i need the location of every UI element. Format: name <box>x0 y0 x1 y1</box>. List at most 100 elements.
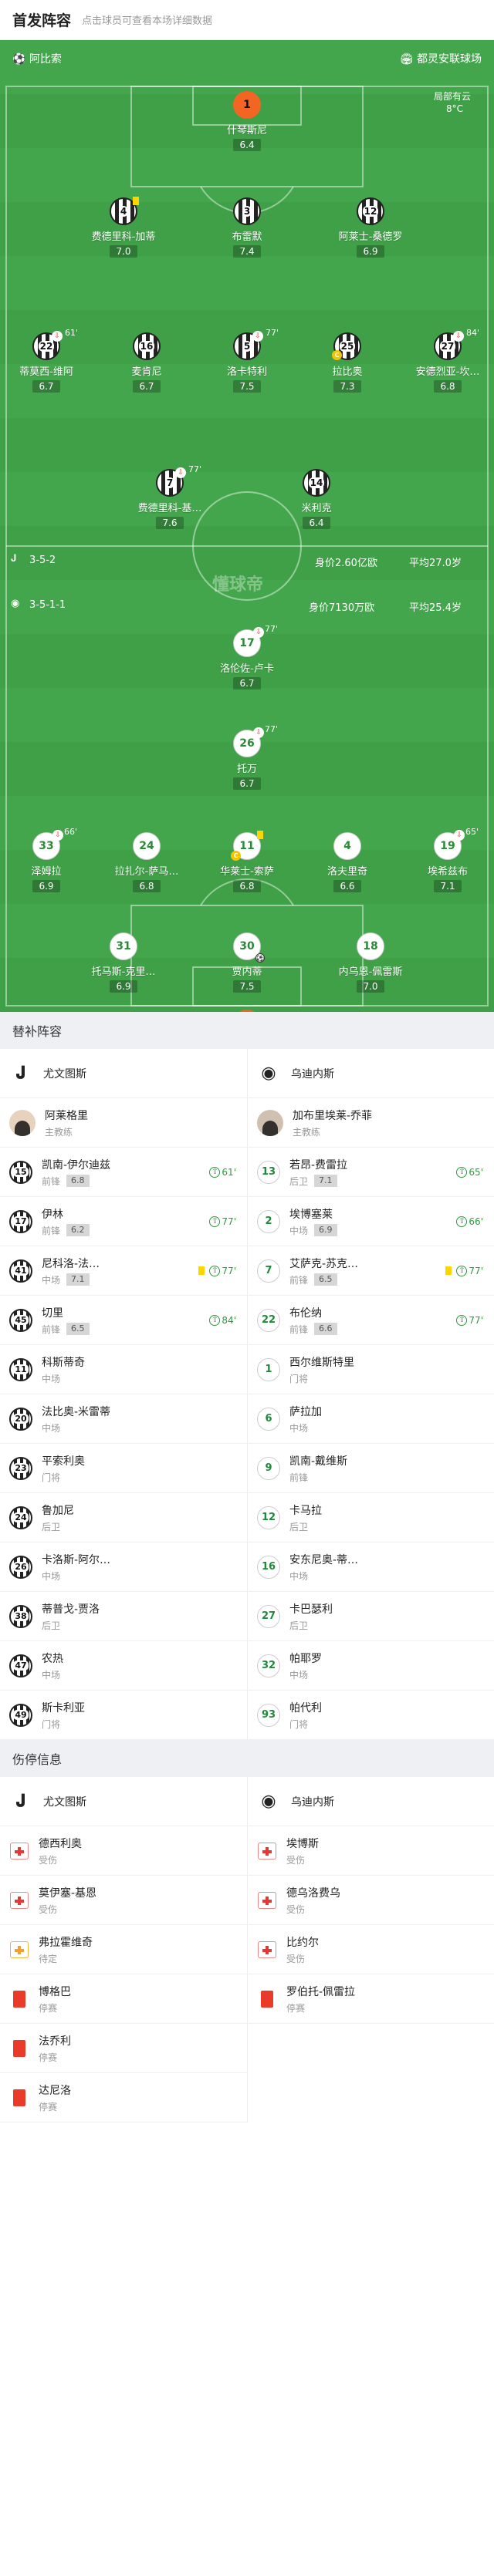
player-marker[interactable]: 40奥科耶★ 8.1 <box>201 1010 293 1012</box>
coach-avatar <box>257 1109 283 1136</box>
player-name: 鲁加尼 <box>42 1504 74 1517</box>
sub-player-row[interactable]: 24 鲁加尼 后卫 <box>0 1493 247 1543</box>
player-marker[interactable]: 18 内乌恩-佩雷斯 7.0 <box>324 932 417 993</box>
jersey-icon: 23 <box>9 1456 32 1480</box>
player-name: 弗拉霍维奇 <box>39 1936 93 1949</box>
sub-in-indicator: ⇧ 65' <box>456 1166 483 1178</box>
player-marker[interactable]: 3 布雷默 7.4 <box>201 197 293 258</box>
player-marker[interactable]: 25 C 拉比奥 7.3 <box>301 332 394 393</box>
player-info: 科斯蒂奇 中场 <box>42 1354 85 1385</box>
sub-player-row[interactable]: 13 若昂-费雷拉 后卫 7.1 ⇧ 65' <box>248 1148 494 1197</box>
jersey-icon: 24 <box>133 832 161 860</box>
player-number: 23 <box>13 1463 29 1473</box>
injury-status: 停赛 <box>286 2002 306 2014</box>
injury-row[interactable]: 埃博斯 受伤 <box>248 1826 494 1876</box>
sub-player-row[interactable]: 7 艾萨克-苏克… 前锋 6.5 ⇧ 77' <box>248 1246 494 1296</box>
player-marker[interactable]: 14 米利克 6.4 <box>270 469 363 529</box>
player-name: 卡洛斯-阿尔… <box>42 1553 111 1566</box>
player-name: 布伦纳 <box>289 1307 322 1320</box>
player-name: 农热 <box>42 1652 63 1665</box>
home-coach-row[interactable]: 阿莱格里 主教练 <box>0 1098 247 1148</box>
player-position: 门将 <box>42 1472 61 1483</box>
player-number: 11 <box>13 1364 29 1374</box>
player-rating: 6.8 <box>66 1175 90 1187</box>
away-team-row[interactable]: ◉ 乌迪内斯 <box>248 1049 494 1098</box>
player-position: 前锋 <box>289 1472 309 1483</box>
injury-row[interactable]: 德乌洛费乌 受伤 <box>248 1876 494 1925</box>
player-name: 什琴斯尼 <box>226 125 267 137</box>
home-team-row[interactable]: 𝐉 尤文图斯 <box>0 1777 247 1826</box>
player-marker[interactable]: 22 ⇩ 61' 蒂莫西-维阿 6.7 <box>0 328 93 393</box>
jersey-icon: 30 ⚽ <box>233 932 265 963</box>
lineup-header: 首发阵容 点击球员可查看本场详细数据 <box>0 0 494 40</box>
sub-player-row[interactable]: 41 尼科洛-法… 中场 7.1 ⇧ 77' <box>0 1246 247 1296</box>
sub-minute: 66' <box>469 1216 483 1227</box>
player-marker[interactable]: 1 什琴斯尼 6.4 <box>201 91 293 151</box>
sub-player-row[interactable]: 32 帕耶罗 中场 <box>248 1641 494 1691</box>
sub-player-row[interactable]: 2 埃博塞莱 中场 6.9 ⇧ 66' <box>248 1197 494 1246</box>
sub-player-row[interactable]: 12 卡马拉 后卫 <box>248 1493 494 1543</box>
sub-player-row[interactable]: 17 伊林 前锋 6.2 ⇧ 77' <box>0 1197 247 1246</box>
player-rating: 6.6 <box>314 1323 337 1335</box>
player-marker[interactable]: 26 ⇩ 77' 托万 6.7 <box>201 724 293 790</box>
jersey-icon: 16 <box>133 332 161 360</box>
sub-player-row[interactable]: 27 卡巴瑟利 后卫 <box>248 1592 494 1641</box>
sub-player-row[interactable]: 23 平索利奥 门将 <box>0 1444 247 1493</box>
player-number: 12 <box>362 206 379 217</box>
sub-player-row[interactable]: 45 切里 前锋 6.5 ⇧ 84' <box>0 1296 247 1345</box>
injury-row[interactable]: 莫伊塞-基恩 受伤 <box>0 1876 247 1925</box>
injury-row[interactable]: 法乔利 停赛 <box>0 2024 247 2073</box>
injury-row[interactable]: 博格巴 停赛 <box>0 1974 247 2024</box>
sub-player-row[interactable]: 47 农热 中场 <box>0 1641 247 1691</box>
sub-player-row[interactable]: 6 萨拉加 中场 <box>248 1394 494 1444</box>
sub-player-row[interactable]: 15 凯南-伊尔迪兹 前锋 6.8 ⇧ 61' <box>0 1148 247 1197</box>
player-marker[interactable]: 31 托马斯-克里… 6.9 <box>77 932 170 993</box>
jersey-icon: 18 <box>357 932 384 960</box>
player-number: 24 <box>13 1512 29 1522</box>
player-marker[interactable]: 33 ⇩ 66' 泽姆拉 6.9 <box>0 827 93 892</box>
sub-player-row[interactable]: 93 帕代利 门将 <box>248 1691 494 1740</box>
player-marker[interactable]: 4 费德里科-加蒂 7.0 <box>77 197 170 258</box>
player-marker[interactable]: 17 ⇩ 77' 洛伦佐-卢卡 6.7 <box>201 624 293 690</box>
sub-player-row[interactable]: 16 安东尼奥-蒂… 中场 <box>248 1543 494 1592</box>
sub-player-row[interactable]: 22 布伦纳 前锋 6.6 ⇧ 77' <box>248 1296 494 1345</box>
injury-status: 待定 <box>39 1953 58 1964</box>
injury-row[interactable]: 比约尔 受伤 <box>248 1925 494 1974</box>
player-number: 31 <box>114 940 133 953</box>
sub-player-row[interactable]: 38 蒂普戈-贾洛 后卫 <box>0 1592 247 1641</box>
sub-player-row[interactable]: 20 法比奥-米雷蒂 中场 <box>0 1394 247 1444</box>
injury-row[interactable]: 德西利奥 受伤 <box>0 1826 247 1876</box>
sub-player-row[interactable]: 49 斯卡利亚 门将 <box>0 1691 247 1740</box>
home-team-row[interactable]: 𝐉 尤文图斯 <box>0 1049 247 1098</box>
red-card-icon <box>9 2088 29 2108</box>
sub-player-row[interactable]: 26 卡洛斯-阿尔… 中场 <box>0 1543 247 1592</box>
injury-row[interactable]: 罗伯托-佩雷拉 停赛 <box>248 1974 494 2024</box>
player-info: 萨拉加 中场 <box>289 1404 322 1435</box>
player-number: 9 <box>263 1462 274 1474</box>
home-team-name: 尤文图斯 <box>43 1795 86 1809</box>
player-marker[interactable]: 27 ⇩ 84' 安德烈亚-坎… 6.8 <box>401 328 494 393</box>
away-coach-row[interactable]: 加布里埃莱-乔菲 主教练 <box>248 1098 494 1148</box>
player-number: 27 <box>259 1610 278 1622</box>
injury-row[interactable]: 达尼洛 停赛 <box>0 2073 247 2123</box>
jersey-icon: 26 ⇩ 77' <box>233 724 278 757</box>
injury-row[interactable]: 弗拉霍维奇 待定 <box>0 1925 247 1974</box>
player-marker[interactable]: 4 洛夫里奇 6.6 <box>301 832 394 892</box>
player-marker[interactable]: 7 ⇩ 77' 费德里科-基… 7.6 <box>124 464 216 529</box>
away-team-row[interactable]: ◉ 乌迪内斯 <box>248 1777 494 1826</box>
sub-player-row[interactable]: 11 科斯蒂奇 中场 <box>0 1345 247 1394</box>
player-number: 4 <box>342 840 353 852</box>
player-number: 47 <box>13 1661 29 1671</box>
player-meta: 中场 <box>289 1421 322 1435</box>
player-position: 门将 <box>289 1373 309 1384</box>
player-marker[interactable]: 11 C 华莱士-索萨 6.8 <box>201 831 293 892</box>
player-marker[interactable]: 19 ⇩ 65' 埃希兹布 7.1 <box>401 827 494 892</box>
player-marker[interactable]: 24 拉扎尔-萨马… 6.8 <box>100 832 193 892</box>
player-marker[interactable]: 16 麦肯尼 6.7 <box>100 332 193 393</box>
player-marker[interactable]: 5 ⇩ 77' 洛卡特利 7.5 <box>201 328 293 393</box>
player-marker[interactable]: 30 ⚽ 贾内蒂 7.5 <box>201 932 293 993</box>
sub-player-row[interactable]: 1 西尔维斯特里 门将 <box>248 1345 494 1394</box>
player-marker[interactable]: 12 阿莱士-桑德罗 6.9 <box>324 197 417 258</box>
sub-player-row[interactable]: 9 凯南-戴维斯 前锋 <box>248 1444 494 1493</box>
jersey-icon: 27 <box>257 1604 280 1628</box>
